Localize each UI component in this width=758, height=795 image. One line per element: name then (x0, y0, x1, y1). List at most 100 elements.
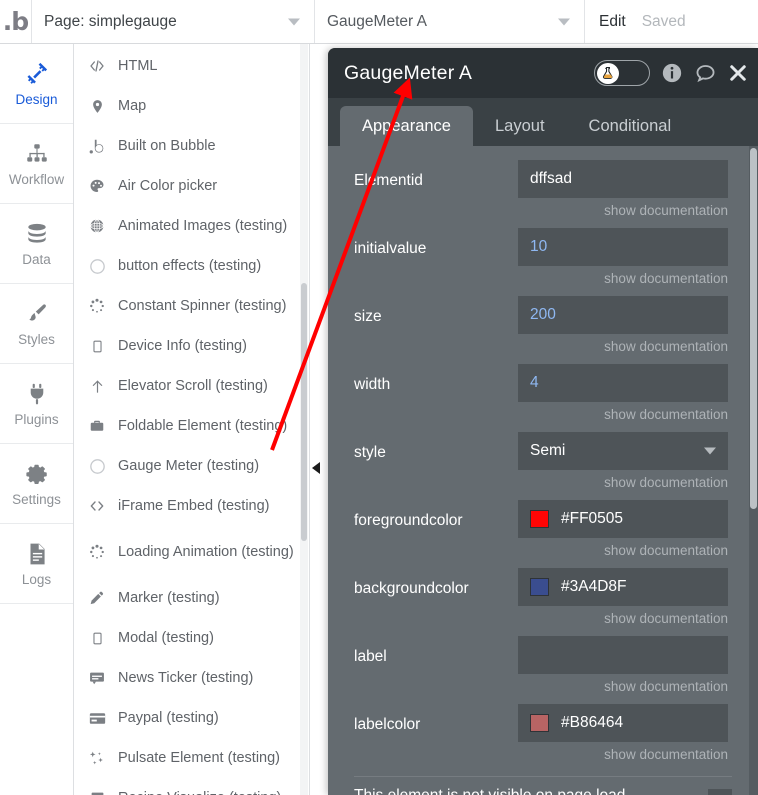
element-palette-item-label: Device Info (testing) (118, 337, 247, 354)
collapse-left-arrow-icon[interactable] (312, 462, 320, 474)
property-editor-panel: GaugeMeter A Appearance Layout Condition… (328, 48, 758, 795)
property-input-label[interactable] (518, 636, 728, 674)
element-palette-item[interactable]: Pulsate Element (testing) (74, 738, 318, 778)
info-circle-icon[interactable] (661, 62, 683, 84)
element-palette-item[interactable]: Elevator Scroll (testing) (74, 366, 318, 406)
show-documentation-link[interactable]: show documentation (518, 538, 728, 566)
property-input-initialvalue[interactable]: 10 (518, 228, 728, 266)
plugins-plug-icon (24, 381, 50, 407)
edit-button[interactable]: Edit (599, 13, 626, 31)
sidebar-item-plugins[interactable]: Plugins (0, 364, 73, 444)
element-palette-item[interactable]: Loading Animation (testing) (74, 526, 318, 578)
tab-conditional-label: Conditional (588, 116, 672, 135)
sidebar-item-workflow[interactable]: Workflow (0, 124, 73, 204)
element-palette-item[interactable]: HTML (74, 46, 318, 86)
experimental-flask-toggle[interactable] (594, 60, 650, 86)
sparkle-icon (88, 749, 106, 767)
property-value: #3A4D8F (561, 578, 627, 595)
property-label: Elementid (354, 172, 423, 189)
property-field-wrapper: dffsad show documentation (518, 160, 728, 226)
property-input-width[interactable]: 4 (518, 364, 728, 402)
property-field-wrapper: #FF0505 show documentation (518, 500, 728, 566)
property-field-wrapper: Semi show documentation (518, 432, 728, 498)
sidebar-item-data[interactable]: Data (0, 204, 73, 284)
bubble-b-icon (88, 137, 106, 155)
sidebar-item-logs[interactable]: Logs (0, 524, 73, 604)
property-value: #B86464 (561, 714, 624, 731)
property-label: foregroundcolor (354, 512, 463, 529)
element-palette-item[interactable]: Modal (testing) (74, 618, 318, 658)
tab-conditional[interactable]: Conditional (567, 106, 694, 146)
arrow-up-icon (88, 377, 106, 395)
element-palette-item-label: Animated Images (testing) (118, 217, 288, 234)
element-palette-item[interactable]: Built on Bubble (74, 126, 318, 166)
property-field-wrapper: 10 show documentation (518, 228, 728, 294)
element-palette-item[interactable]: Paypal (testing) (74, 698, 318, 738)
element-palette-item[interactable]: Map (74, 86, 318, 126)
element-palette-panel[interactable]: HTML Map Built on Bubble Air Color picker An… (74, 44, 318, 795)
show-documentation-link[interactable]: show documentation (518, 742, 728, 770)
show-documentation-link[interactable]: show documentation (518, 674, 728, 702)
element-palette-item-label: Map (118, 97, 147, 114)
color-swatch[interactable] (530, 510, 549, 528)
property-label: backgroundcolor (354, 580, 469, 597)
ticker-bar-icon (88, 669, 106, 687)
property-input-foregroundcolor[interactable]: #FF0505 (518, 500, 728, 538)
element-palette-item[interactable]: Air Color picker (74, 166, 318, 206)
property-scrollbar-thumb[interactable] (750, 148, 757, 509)
element-palette-item[interactable]: Marker (testing) (74, 578, 318, 618)
element-selector-value: GaugeMeter A (327, 12, 427, 30)
show-documentation-link[interactable]: show documentation (518, 606, 728, 634)
property-input-Elementid[interactable]: dffsad (518, 160, 728, 198)
element-palette-item[interactable]: Device Info (testing) (74, 326, 318, 366)
element-palette-item[interactable]: Gauge Meter (testing) (74, 446, 318, 486)
show-documentation-link[interactable]: show documentation (518, 266, 728, 294)
circle-outline-icon (88, 457, 106, 475)
property-input-size[interactable]: 200 (518, 296, 728, 334)
element-palette-item[interactable]: Constant Spinner (testing) (74, 286, 318, 326)
circle-outline-icon (88, 257, 106, 275)
element-palette-item[interactable]: Animated Images (testing) (74, 206, 318, 246)
tab-layout[interactable]: Layout (473, 106, 567, 146)
element-selector-dropdown[interactable]: GaugeMeter A (315, 0, 585, 43)
bubble-logo-glyph: .b (2, 7, 29, 36)
show-documentation-link[interactable]: show documentation (518, 470, 728, 498)
page-selector-dropdown[interactable]: Page: simplegauge (32, 0, 315, 43)
element-palette-item-label: Modal (testing) (118, 629, 214, 646)
property-input-backgroundcolor[interactable]: #3A4D8F (518, 568, 728, 606)
styles-paintbrush-icon (24, 301, 50, 327)
bubble-logo-icon[interactable]: .b (0, 0, 32, 43)
element-palette-item[interactable]: Recipe Visualize (testing) (74, 778, 318, 795)
element-palette-item-label: iFrame Embed (testing) (118, 497, 270, 514)
color-swatch[interactable] (530, 578, 549, 596)
spinner-icon (88, 543, 106, 561)
close-x-icon[interactable] (728, 63, 748, 83)
property-row: size 200 show documentation (328, 296, 758, 362)
settings-gear-icon (24, 461, 50, 487)
property-row: width 4 show documentation (328, 364, 758, 430)
palette-scrollbar-thumb[interactable] (301, 283, 307, 541)
property-editor-header-actions (594, 60, 748, 86)
color-swatch[interactable] (530, 714, 549, 732)
sidebar-item-settings[interactable]: Settings (0, 444, 73, 524)
sphere-grid-icon (88, 217, 106, 235)
tab-appearance[interactable]: Appearance (340, 106, 473, 146)
sidebar-label-styles: Styles (18, 331, 55, 347)
visibility-checkbox[interactable] (708, 788, 732, 795)
show-documentation-link[interactable]: show documentation (518, 198, 728, 226)
sidebar-item-styles[interactable]: Styles (0, 284, 73, 364)
topbar-actions: Edit Saved (585, 0, 700, 43)
element-palette-item[interactable]: button effects (testing) (74, 246, 318, 286)
show-documentation-link[interactable]: show documentation (518, 334, 728, 362)
element-palette-item[interactable]: Foldable Element (testing) (74, 406, 318, 446)
speech-bubble-icon[interactable] (694, 62, 717, 85)
sidebar-label-data: Data (22, 251, 51, 267)
property-label: labelcolor (354, 716, 421, 733)
property-input-style[interactable]: Semi (518, 432, 728, 470)
sidebar-item-design[interactable]: Design (0, 44, 73, 124)
element-palette-item[interactable]: iFrame Embed (testing) (74, 486, 318, 526)
element-palette-item[interactable]: News Ticker (testing) (74, 658, 318, 698)
show-documentation-link[interactable]: show documentation (518, 402, 728, 430)
property-row: style Semi show documentation (328, 432, 758, 498)
property-input-labelcolor[interactable]: #B86464 (518, 704, 728, 742)
